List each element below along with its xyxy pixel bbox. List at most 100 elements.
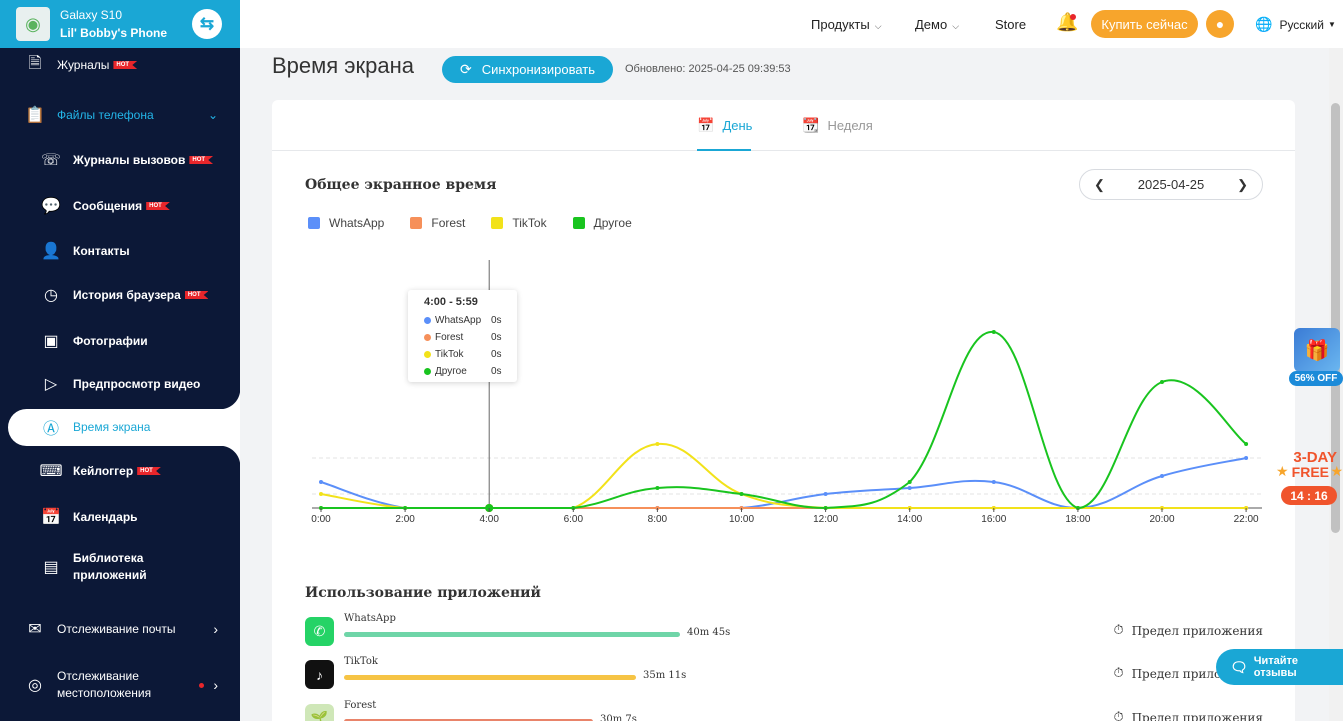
products-menu[interactable]: Продукты ⌵ bbox=[811, 17, 882, 32]
timer-icon: ⏱ bbox=[1113, 666, 1124, 681]
switch-device-icon[interactable]: ⇆ bbox=[192, 9, 222, 39]
sidebar-item-browser-history[interactable]: ◷ История браузера HOT bbox=[0, 284, 240, 306]
hot-badge: HOT bbox=[113, 61, 138, 69]
data-point bbox=[655, 442, 660, 446]
tooltip-value: 0s bbox=[491, 349, 502, 360]
legend-item[interactable]: Другое bbox=[572, 216, 632, 230]
sidebar-item-screen-time[interactable]: Ⓐ Время экрана bbox=[0, 416, 240, 438]
sync-button[interactable]: ⟳ Синхронизировать bbox=[442, 56, 613, 83]
sidebar-item-label: Отслеживание почты bbox=[57, 622, 176, 636]
legend-item[interactable]: TikTok bbox=[491, 216, 547, 230]
files-icon: 📋 bbox=[25, 107, 45, 124]
usage-duration: 40m 45s bbox=[687, 627, 731, 638]
sidebar-item-call-logs[interactable]: ☏ Журналы вызовов HOT bbox=[0, 149, 240, 171]
device-bar[interactable]: ◉ Galaxy S10 Lil' Bobby's Phone ⇆ bbox=[0, 0, 240, 48]
tab-day[interactable]: 📅 День bbox=[697, 117, 752, 134]
discount-badge: 56% OFF bbox=[1289, 371, 1343, 386]
data-point bbox=[991, 330, 996, 334]
location-target-icon: ◎ bbox=[28, 677, 42, 694]
language-selector[interactable]: 🌐 Русский ▼ bbox=[1255, 16, 1336, 33]
calendar-week-icon: 📆 bbox=[802, 117, 820, 133]
trial-subtitle: FREE bbox=[1291, 464, 1329, 480]
sidebar-item-location-tracking[interactable]: ◎ Отслеживание местоположения › bbox=[0, 668, 240, 702]
hot-badge: HOT bbox=[146, 202, 170, 210]
tooltip-series-name: Forest bbox=[435, 332, 464, 343]
app-limit-button[interactable]: ⏱ Предел приложения bbox=[1113, 623, 1263, 638]
data-point bbox=[1244, 442, 1249, 446]
sidebar-item-label: Контакты bbox=[73, 244, 130, 258]
legend-label: Forest bbox=[431, 216, 466, 230]
tiktok-icon: ♪ bbox=[305, 660, 334, 689]
store-link[interactable]: Store bbox=[995, 17, 1026, 32]
video-camera-icon: ▷ bbox=[44, 376, 58, 393]
legend-item[interactable]: Forest bbox=[410, 216, 465, 230]
tooltip-value: 0s bbox=[491, 332, 502, 343]
legend-swatch bbox=[410, 217, 423, 229]
tooltip-value: 0s bbox=[491, 315, 502, 326]
buy-now-button[interactable]: Купить сейчас bbox=[1091, 10, 1198, 38]
demo-label: Демо bbox=[915, 17, 948, 32]
chevron-left-icon[interactable]: ❮ bbox=[1094, 177, 1105, 193]
app-store-icon: Ⓐ bbox=[42, 421, 59, 438]
chevron-right-icon[interactable]: ❯ bbox=[1237, 177, 1248, 193]
usage-bar bbox=[344, 675, 636, 680]
demo-menu[interactable]: Демо ⌵ bbox=[915, 17, 959, 32]
sidebar-item-keylogger[interactable]: ⌨ Кейлоггер HOT bbox=[0, 460, 240, 482]
data-point bbox=[907, 480, 912, 484]
chart-tooltip: 4:00 - 5:59 WhatsApp 0s Forest 0s TikTok 0s Др… bbox=[408, 290, 517, 382]
notification-dot bbox=[1070, 14, 1076, 20]
app-name: WhatsApp bbox=[344, 613, 396, 624]
sidebar-item-calendar[interactable]: 📅 Календарь bbox=[0, 506, 240, 528]
sidebar-item-label: Предпросмотр видео bbox=[73, 377, 201, 391]
tab-label: День bbox=[722, 118, 753, 133]
x-tick-label: 10:00 bbox=[729, 514, 754, 525]
data-point bbox=[655, 486, 660, 490]
x-tick-label: 14:00 bbox=[897, 514, 922, 525]
contact-card-icon: 👤 bbox=[41, 243, 61, 260]
sidebar-item-app-library[interactable]: ▤ Библиотека приложений bbox=[0, 551, 240, 583]
sidebar: ◉ Galaxy S10 Lil' Bobby's Phone ⇆ 🗎 Журн… bbox=[0, 0, 240, 721]
bell-icon[interactable]: 🔔 bbox=[1056, 12, 1078, 36]
sidebar-item-logs[interactable]: 🗎 Журналы HOT bbox=[0, 54, 240, 76]
tooltip-dot bbox=[424, 334, 431, 341]
series-line-whatsapp bbox=[320, 457, 1247, 510]
tooltip-series-name: WhatsApp bbox=[435, 315, 482, 326]
chat-bubble-icon: 💬 bbox=[41, 198, 61, 215]
usage-bar bbox=[344, 632, 680, 637]
data-point bbox=[991, 480, 996, 484]
sync-label: Синхронизировать bbox=[481, 62, 596, 77]
tab-week[interactable]: 📆 Неделя bbox=[802, 117, 873, 134]
data-point bbox=[319, 492, 323, 496]
app-usage-title: Использование приложений bbox=[305, 585, 541, 601]
sidebar-item-phone-files[interactable]: 📋 Файлы телефона ⌄ bbox=[0, 104, 240, 126]
chevron-down-icon: ⌵ bbox=[874, 21, 882, 31]
chevron-down-icon: ⌄ bbox=[207, 108, 218, 122]
app-library-icon: ▤ bbox=[43, 559, 59, 576]
page-title: Время экрана bbox=[272, 53, 415, 78]
notification-dot bbox=[199, 682, 204, 688]
legend-label: WhatsApp bbox=[329, 216, 385, 230]
sidebar-item-messages[interactable]: 💬 Сообщения HOT bbox=[0, 195, 240, 217]
x-tick-label: 0:00 bbox=[311, 514, 331, 525]
sidebar-item-contacts[interactable]: 👤 Контакты bbox=[0, 240, 240, 262]
user-avatar-icon[interactable]: ● bbox=[1206, 10, 1234, 38]
x-tick-label: 22:00 bbox=[1234, 514, 1259, 525]
sidebar-item-email-tracking[interactable]: ✉ Отслеживание почты › bbox=[0, 618, 240, 640]
app-limit-button[interactable]: ⏱ Предел приложения bbox=[1113, 710, 1263, 721]
read-reviews-button[interactable]: 🗨 Читайте отзывы bbox=[1216, 649, 1343, 685]
tooltip-series-name: Другое bbox=[435, 366, 467, 377]
sidebar-item-photos[interactable]: ▣ Фотографии bbox=[0, 330, 240, 352]
phone-icon: ☏ bbox=[40, 152, 61, 169]
chevron-right-icon: › bbox=[213, 621, 218, 637]
discount-promo[interactable]: 🎁 56% OFF bbox=[1288, 326, 1343, 390]
tooltip-dot bbox=[424, 351, 431, 358]
sidebar-item-video-preview[interactable]: ▷ Предпросмотр видео bbox=[0, 373, 240, 395]
star-icon: ★ bbox=[1276, 463, 1289, 479]
legend-item[interactable]: WhatsApp bbox=[308, 216, 384, 230]
hot-badge: HOT bbox=[189, 156, 214, 164]
free-trial-promo[interactable]: 3-DAY ★ FREE ★ 14 : 16 bbox=[1276, 449, 1343, 507]
app-name: Forest bbox=[344, 700, 377, 711]
period-tabs: 📅 День 📆 Неделя bbox=[272, 100, 1295, 151]
sidebar-item-label: Фотографии bbox=[73, 334, 148, 348]
data-point bbox=[739, 492, 744, 496]
